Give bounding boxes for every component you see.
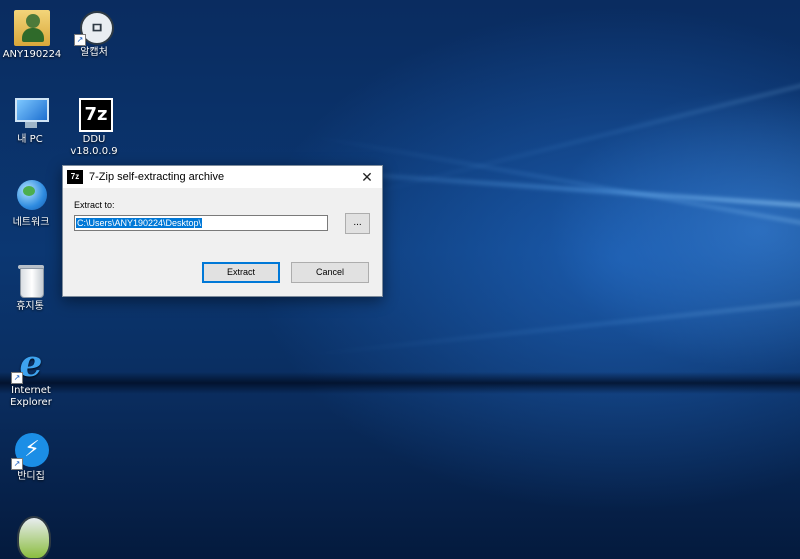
extract-to-label: Extract to: xyxy=(74,200,115,210)
light-beam xyxy=(302,300,800,357)
desktop-icon-recycle-bin[interactable]: 휴지통 xyxy=(0,262,63,313)
desktop-icon-label: 휴지통 xyxy=(16,301,44,312)
recycle-bin-icon xyxy=(12,262,48,298)
desktop-icon-alcapture[interactable]: ㅁ ↗ 알캡처 xyxy=(61,8,127,59)
user-folder-icon xyxy=(14,10,50,46)
mascot-app-icon xyxy=(13,516,51,559)
7zip-app-icon: 7z xyxy=(67,170,83,184)
cancel-button[interactable]: Cancel xyxy=(291,262,369,283)
extract-path-value: C:\Users\ANY190224\Desktop\ xyxy=(76,218,203,228)
close-icon[interactable]: ✕ xyxy=(352,166,382,188)
desktop-icon-label: Internet Explorer xyxy=(10,385,52,408)
desktop-icon-this-pc[interactable]: 내 PC xyxy=(0,95,63,146)
desktop-icon-label: 반디집 xyxy=(17,471,45,482)
extract-path-input[interactable]: C:\Users\ANY190224\Desktop\ xyxy=(74,215,328,231)
wallpaper-shadow-band xyxy=(0,372,800,394)
shortcut-arrow-icon: ↗ xyxy=(11,372,23,384)
sfx-extract-dialog: 7z 7-Zip self-extracting archive ✕ Extra… xyxy=(62,165,383,297)
extract-button[interactable]: Extract xyxy=(202,262,280,283)
desktop-icon-label: 알캡처 xyxy=(80,47,108,58)
alcapture-icon: ㅁ ↗ xyxy=(74,8,114,46)
dialog-title: 7-Zip self-extracting archive xyxy=(89,171,225,183)
network-globe-icon xyxy=(13,178,49,214)
desktop-icon-ddu[interactable]: 7z DDU v18.0.0.9 xyxy=(61,95,127,158)
shortcut-arrow-icon: ↗ xyxy=(11,458,23,470)
desktop-icon-label: ANY190224 xyxy=(2,49,62,60)
bandizip-icon: ⚡ ↗ xyxy=(11,432,49,470)
browse-button[interactable]: ... xyxy=(345,213,370,234)
desktop-icon-label: DDU v18.0.0.9 xyxy=(70,134,118,157)
7zip-archive-icon: 7z xyxy=(76,95,113,132)
internet-explorer-icon: e ↗ xyxy=(11,346,49,384)
dialog-titlebar[interactable]: 7z 7-Zip self-extracting archive ✕ xyxy=(63,166,382,188)
desktop-icon-bandizip[interactable]: ⚡ ↗ 반디집 xyxy=(0,432,64,483)
computer-icon xyxy=(12,95,49,131)
light-beam xyxy=(334,80,800,203)
desktop-icon-mascot-app[interactable] xyxy=(0,516,64,559)
desktop-icon-network[interactable]: 네트워크 xyxy=(0,178,64,229)
desktop-icon-label: 네트워크 xyxy=(12,217,50,228)
desktop-icon-user-folder[interactable]: ANY190224 xyxy=(0,10,65,61)
shortcut-arrow-icon: ↗ xyxy=(74,34,86,46)
desktop-icon-internet-explorer[interactable]: e ↗ Internet Explorer xyxy=(0,346,64,409)
desktop-icon-label: 내 PC xyxy=(17,134,43,145)
